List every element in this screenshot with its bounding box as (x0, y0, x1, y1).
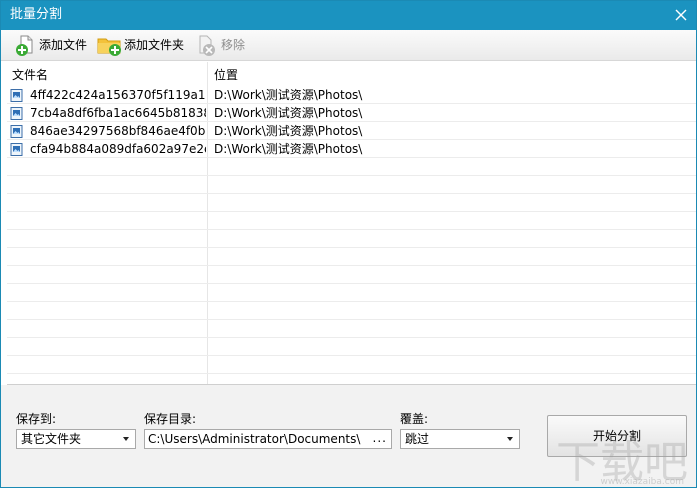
empty-row[interactable] (7, 194, 696, 212)
table-row[interactable]: 846ae34297568bf846ae4f0b... D:\Work\测试资源\… (7, 122, 696, 140)
column-header-name[interactable]: 文件名 (12, 67, 48, 83)
file-name: 4ff422c424a156370f5f119a1... (30, 88, 206, 102)
remove-icon (199, 35, 215, 56)
file-path: D:\Work\测试资源\Photos\ (214, 142, 363, 156)
table-row[interactable]: 4ff422c424a156370f5f119a1... D:\Work\测试资源… (7, 86, 696, 104)
column-header-path[interactable]: 位置 (214, 67, 238, 83)
start-split-button[interactable]: 开始分割 (547, 415, 687, 457)
empty-row[interactable] (7, 248, 696, 266)
image-file-icon (10, 143, 23, 156)
browse-button[interactable]: ... (373, 431, 387, 445)
file-name: 846ae34297568bf846ae4f0b... (30, 124, 206, 138)
file-name: cfa94b884a089dfa602a97e2e... (30, 142, 206, 156)
empty-row[interactable] (7, 230, 696, 248)
remove-label: 移除 (221, 38, 246, 52)
empty-row[interactable] (7, 266, 696, 284)
empty-row[interactable] (7, 158, 696, 176)
save-to-select[interactable]: 其它文件夹 (16, 429, 136, 449)
empty-row[interactable] (7, 320, 696, 338)
toolbar: 添加文件 添加文件夹 移除 (1, 30, 696, 61)
save-dir-field[interactable]: C:\Users\Administrator\Documents\ ... (144, 429, 392, 449)
window-title: 批量分割 (10, 7, 63, 22)
chevron-down-icon (507, 437, 513, 441)
empty-row[interactable] (7, 338, 696, 356)
save-dir-value: C:\Users\Administrator\Documents\ (148, 432, 361, 446)
table-row[interactable]: cfa94b884a089dfa602a97e2e... D:\Work\测试资源… (7, 140, 696, 158)
overwrite-label: 覆盖: (400, 412, 429, 426)
batch-split-window: 批量分割 添加文件 添加文件夹 移除 文件名 位置 4ff422c424a156… (0, 0, 697, 488)
image-file-icon (10, 89, 23, 102)
empty-row[interactable] (7, 176, 696, 194)
file-path: D:\Work\测试资源\Photos\ (214, 124, 363, 138)
title-bar[interactable]: 批量分割 (1, 1, 696, 30)
file-list[interactable]: 文件名 位置 4ff422c424a156370f5f119a1... D:\Wo… (7, 62, 696, 384)
close-icon (675, 9, 687, 21)
remove-button[interactable]: 移除 (195, 33, 245, 57)
add-folder-icon (97, 38, 121, 56)
empty-row[interactable] (7, 212, 696, 230)
add-file-label: 添加文件 (39, 38, 88, 52)
watermark-url: www.xiazaiba.com (600, 477, 684, 487)
chevron-down-icon (123, 437, 129, 441)
save-to-label: 保存到: (16, 412, 57, 426)
add-folder-button[interactable]: 添加文件夹 (96, 33, 184, 57)
file-path: D:\Work\测试资源\Photos\ (214, 88, 363, 102)
save-dir-label: 保存目录: (144, 412, 197, 426)
file-path: D:\Work\测试资源\Photos\ (214, 106, 363, 120)
close-button[interactable] (666, 1, 696, 30)
save-to-value: 其它文件夹 (21, 432, 82, 446)
add-folder-label: 添加文件夹 (124, 38, 185, 52)
empty-row[interactable] (7, 284, 696, 302)
image-file-icon (10, 125, 23, 138)
file-name: 7cb4a8df6fba1ac6645b81838... (30, 106, 206, 120)
empty-row[interactable] (7, 374, 696, 384)
overwrite-select[interactable]: 跳过 (400, 429, 520, 449)
add-file-button[interactable]: 添加文件 (13, 33, 87, 57)
overwrite-value: 跳过 (405, 432, 430, 446)
add-file-icon (16, 35, 33, 56)
empty-row[interactable] (7, 302, 696, 320)
empty-row[interactable] (7, 356, 696, 374)
table-row[interactable]: 7cb4a8df6fba1ac6645b81838... D:\Work\测试资源… (7, 104, 696, 122)
image-file-icon (10, 107, 23, 120)
